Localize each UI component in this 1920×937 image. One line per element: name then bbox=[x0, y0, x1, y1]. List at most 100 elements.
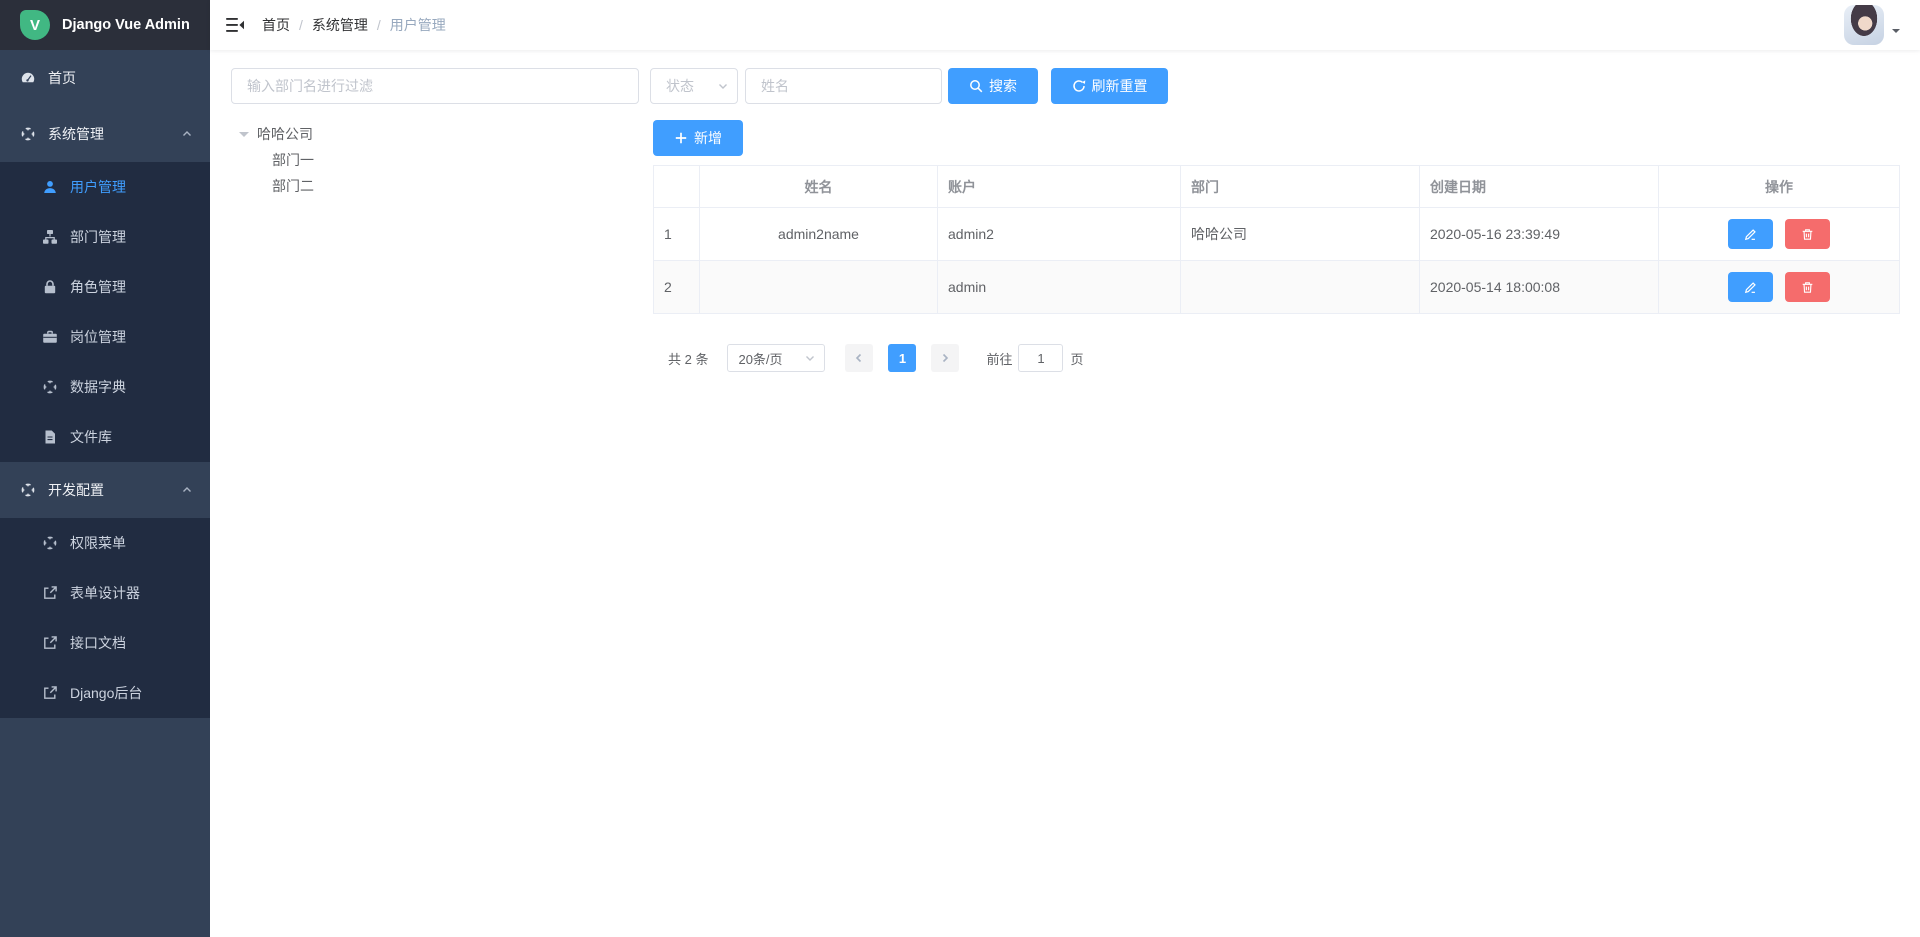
main-content: 状态 搜索 刷新重置 哈哈公司 bbox=[210, 50, 1920, 937]
breadcrumb-system-management[interactable]: 系统管理 bbox=[312, 15, 368, 35]
add-button[interactable]: 新增 bbox=[653, 120, 743, 156]
table-row-1: 1admin2nameadmin2哈哈公司2020-05-16 23:39:49 bbox=[654, 208, 1900, 261]
sidebar-item-label: 部门管理 bbox=[70, 227, 126, 247]
sidebar: V Django Vue Admin 首页系统管理用户管理部门管理角色管理岗位管… bbox=[0, 0, 210, 937]
sidebar-item-label: 角色管理 bbox=[70, 277, 126, 297]
sidebar-item-label: 用户管理 bbox=[70, 177, 126, 197]
dashboard-icon bbox=[20, 70, 36, 86]
column-header-actions: 操作 bbox=[1659, 166, 1900, 208]
component-icon bbox=[42, 379, 58, 395]
sidebar-item-file-library[interactable]: 文件库 bbox=[0, 412, 210, 462]
filter-bar: 状态 搜索 刷新重置 bbox=[231, 68, 1900, 104]
submenu-system-management: 用户管理部门管理角色管理岗位管理数据字典文件库 bbox=[0, 162, 210, 462]
search-button-label: 搜索 bbox=[989, 76, 1017, 96]
chevron-down-icon bbox=[717, 80, 729, 92]
column-header-index bbox=[654, 166, 700, 208]
sidebar-item-label: 岗位管理 bbox=[70, 327, 126, 347]
sidebar-item-label: 接口文档 bbox=[70, 633, 126, 653]
vue-logo-icon: V bbox=[20, 10, 50, 40]
sidebar-item-dev-config[interactable]: 开发配置 bbox=[0, 462, 210, 518]
page-button-1[interactable]: 1 bbox=[888, 344, 916, 372]
table-row-2: 2admin2020-05-14 18:00:08 bbox=[654, 261, 1900, 314]
hamburger-icon[interactable] bbox=[225, 16, 245, 34]
sidebar-item-form-designer[interactable]: 表单设计器 bbox=[0, 568, 210, 618]
page-size-select[interactable]: 20条/页 bbox=[727, 344, 825, 372]
column-header-name: 姓名 bbox=[700, 166, 938, 208]
edit-button[interactable] bbox=[1728, 272, 1773, 302]
sidebar-item-label: 系统管理 bbox=[48, 124, 104, 144]
edit-button[interactable] bbox=[1728, 219, 1773, 249]
next-page-button[interactable] bbox=[931, 344, 959, 372]
edit-icon bbox=[1744, 281, 1757, 294]
sidebar-item-user-management[interactable]: 用户管理 bbox=[0, 162, 210, 212]
sidebar-item-system-management[interactable]: 系统管理 bbox=[0, 106, 210, 162]
document-icon bbox=[42, 429, 58, 445]
pagination: 共 2 条 20条/页 1 前往 bbox=[653, 344, 1900, 372]
cell-actions bbox=[1659, 261, 1900, 314]
component-icon bbox=[42, 535, 58, 551]
breadcrumb-user-management: 用户管理 bbox=[390, 15, 446, 35]
pagination-total: 共 2 条 bbox=[668, 349, 708, 368]
external-link-icon bbox=[42, 685, 58, 701]
goto-page-input[interactable] bbox=[1018, 344, 1063, 372]
cell-created: 2020-05-16 23:39:49 bbox=[1420, 208, 1659, 261]
caret-down-icon[interactable] bbox=[1892, 29, 1900, 37]
app-window: V Django Vue Admin 首页系统管理用户管理部门管理角色管理岗位管… bbox=[0, 0, 1920, 937]
column-header-created: 创建日期 bbox=[1420, 166, 1659, 208]
sidebar-item-home[interactable]: 首页 bbox=[0, 50, 210, 106]
edit-icon bbox=[1744, 228, 1757, 241]
page-size-value: 20条/页 bbox=[738, 349, 782, 368]
column-header-dept: 部门 bbox=[1181, 166, 1420, 208]
sidebar-item-label: 文件库 bbox=[70, 427, 112, 447]
component-icon bbox=[20, 482, 36, 498]
tree-node-child[interactable]: 部门二 bbox=[231, 173, 639, 199]
app-logo[interactable]: V Django Vue Admin bbox=[0, 0, 210, 50]
sidebar-item-django-admin[interactable]: Django后台 bbox=[0, 668, 210, 718]
breadcrumb-home[interactable]: 首页 bbox=[262, 15, 290, 35]
sidebar-item-permission-menu[interactable]: 权限菜单 bbox=[0, 518, 210, 568]
delete-button[interactable] bbox=[1785, 272, 1830, 302]
tree-node-child[interactable]: 部门一 bbox=[231, 147, 639, 173]
dept-filter-input[interactable] bbox=[231, 68, 639, 104]
reset-button-label: 刷新重置 bbox=[1092, 76, 1148, 96]
body-row: 哈哈公司 部门一部门二 新增 姓名账户部门创建日期操作 1admin2namea… bbox=[231, 118, 1900, 372]
status-select-value: 状态 bbox=[666, 76, 694, 96]
top-navbar: 首页/系统管理/用户管理 bbox=[210, 0, 1920, 50]
status-select[interactable]: 状态 bbox=[650, 68, 738, 104]
add-button-label: 新增 bbox=[694, 128, 722, 148]
app-title: Django Vue Admin bbox=[62, 17, 190, 33]
chevron-left-icon bbox=[853, 352, 865, 364]
sidebar-item-role-management[interactable]: 角色管理 bbox=[0, 262, 210, 312]
tree-root-label: 哈哈公司 bbox=[257, 124, 313, 144]
search-icon bbox=[969, 79, 983, 93]
refresh-reset-button[interactable]: 刷新重置 bbox=[1051, 68, 1168, 104]
prev-page-button[interactable] bbox=[845, 344, 873, 372]
user-avatar[interactable] bbox=[1844, 5, 1884, 45]
cell-created: 2020-05-14 18:00:08 bbox=[1420, 261, 1659, 314]
sidebar-item-label: 权限菜单 bbox=[70, 533, 126, 553]
delete-icon bbox=[1801, 228, 1814, 241]
column-header-account: 账户 bbox=[938, 166, 1181, 208]
refresh-icon bbox=[1072, 79, 1086, 93]
goto-label: 前往 bbox=[986, 349, 1012, 368]
sidebar-item-label: 首页 bbox=[48, 68, 76, 88]
caret-down-icon[interactable] bbox=[239, 132, 249, 142]
name-filter-input[interactable] bbox=[745, 68, 942, 104]
plus-icon bbox=[674, 131, 688, 145]
cell-dept: 哈哈公司 bbox=[1181, 208, 1420, 261]
lock-icon bbox=[42, 279, 58, 295]
tree-node-root[interactable]: 哈哈公司 bbox=[231, 121, 639, 147]
delete-button[interactable] bbox=[1785, 219, 1830, 249]
table-panel: 新增 姓名账户部门创建日期操作 1admin2nameadmin2哈哈公司202… bbox=[653, 118, 1900, 372]
component-icon bbox=[20, 126, 36, 142]
search-button[interactable]: 搜索 bbox=[948, 68, 1038, 104]
breadcrumb: 首页/系统管理/用户管理 bbox=[262, 15, 446, 35]
sidebar-item-label: 开发配置 bbox=[48, 480, 104, 500]
external-link-icon bbox=[42, 585, 58, 601]
sidebar-item-data-dictionary[interactable]: 数据字典 bbox=[0, 362, 210, 412]
sidebar-item-post-management[interactable]: 岗位管理 bbox=[0, 312, 210, 362]
sidebar-item-api-docs[interactable]: 接口文档 bbox=[0, 618, 210, 668]
sidebar-item-dept-management[interactable]: 部门管理 bbox=[0, 212, 210, 262]
cell-index: 2 bbox=[654, 261, 700, 314]
user-table: 姓名账户部门创建日期操作 1admin2nameadmin2哈哈公司2020-0… bbox=[653, 165, 1900, 314]
